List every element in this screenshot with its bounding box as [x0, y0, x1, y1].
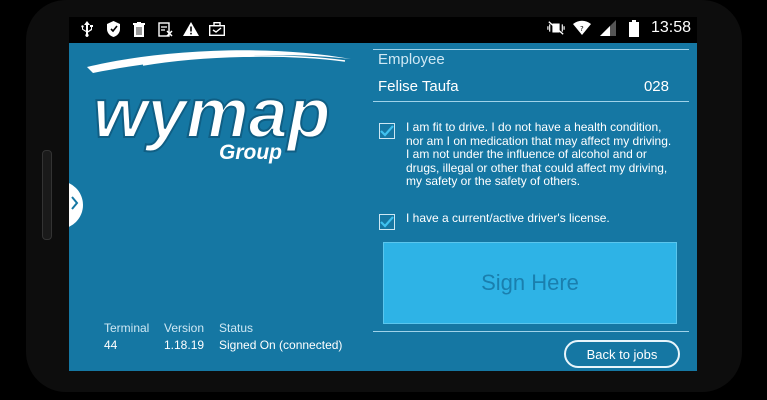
fit-to-drive-checkbox[interactable] — [379, 123, 395, 139]
employee-label: Employee — [378, 51, 445, 68]
checkmark-icon — [380, 216, 394, 228]
status-value: Signed On (connected) — [219, 338, 343, 352]
employee-number: 028 — [643, 78, 669, 95]
divider-bottom — [373, 331, 689, 332]
status-label: Status — [219, 321, 254, 335]
version-info: Version 1.18.19 — [164, 320, 204, 354]
shield-icon — [105, 21, 121, 37]
drawer-toggle[interactable] — [69, 181, 83, 229]
phone-side-button[interactable] — [42, 150, 52, 240]
version-value: 1.18.19 — [164, 338, 205, 352]
divider-employee — [373, 101, 689, 102]
version-label: Version — [164, 321, 205, 335]
signal-icon — [599, 19, 617, 37]
warning-icon — [183, 21, 199, 37]
svg-text:?: ? — [580, 25, 584, 33]
sign-in-panel: Employee Felise Taufa 028 I am fit to dr… — [373, 43, 689, 371]
usb-icon — [79, 21, 95, 37]
declaration-license[interactable]: I have a current/active driver's license… — [379, 211, 676, 230]
chevron-right-icon — [71, 195, 79, 215]
briefcase-icon — [209, 21, 225, 37]
signature-pad[interactable]: Sign Here — [383, 242, 677, 324]
status-info: Status Signed On (connected) — [219, 320, 342, 354]
terminal-info: Terminal 44 — [104, 320, 149, 354]
vibrate-mute-icon — [547, 19, 565, 37]
status-bar: ? 13:58 — [69, 17, 697, 43]
terminal-label: Terminal — [104, 321, 150, 335]
declaration-fit-to-drive[interactable]: I am fit to drive. I do not have a healt… — [379, 120, 676, 189]
back-to-jobs-button[interactable]: Back to jobs — [564, 340, 680, 368]
signature-placeholder: Sign Here — [481, 270, 579, 295]
logo-subtitle-text: Group — [219, 141, 282, 164]
employee-name: Felise Taufa — [378, 78, 459, 95]
battery-icon — [625, 19, 643, 37]
checkmark-icon — [380, 125, 394, 137]
license-text: I have a current/active driver's license… — [406, 211, 610, 225]
logo-brand-text: wymap — [93, 74, 330, 152]
divider-top — [373, 49, 689, 50]
fit-to-drive-text: I am fit to drive. I do not have a healt… — [406, 120, 672, 188]
company-logo: wymap Group — [83, 45, 353, 165]
license-checkbox[interactable] — [379, 214, 395, 230]
app-screen: ? 13:58 wymap Group Terminal 44 Version … — [69, 17, 697, 371]
wifi-icon: ? — [572, 19, 591, 37]
terminal-value: 44 — [104, 338, 118, 352]
trash-icon — [131, 21, 147, 37]
status-clock: 13:58 — [650, 19, 691, 36]
clipboard-icon — [157, 21, 173, 37]
